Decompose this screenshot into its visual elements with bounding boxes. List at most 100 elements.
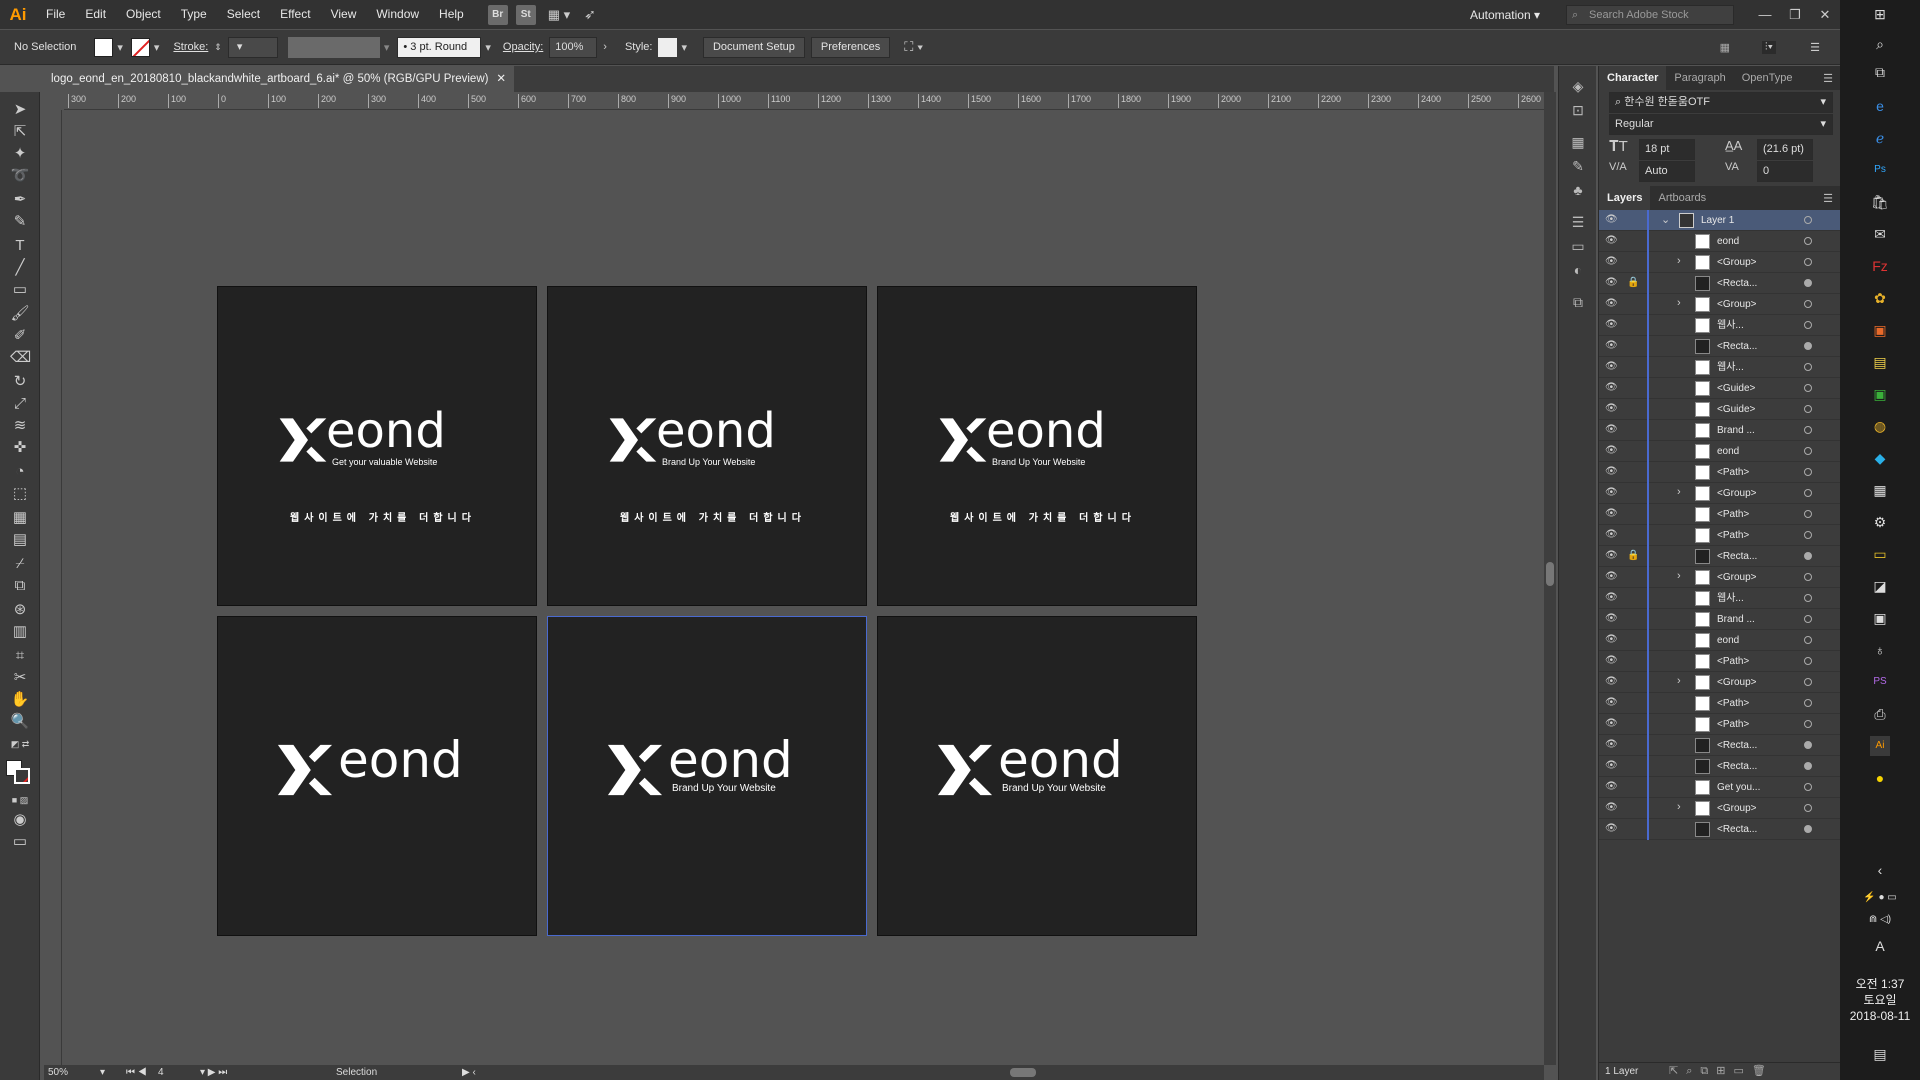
layer-name[interactable]: <Recta... (1717, 546, 1757, 567)
target-circle-icon[interactable] (1804, 468, 1812, 476)
layer-name[interactable]: <Recta... (1717, 735, 1757, 756)
chevron-right-icon[interactable]: › (1677, 570, 1681, 582)
artboard-5[interactable]: eond Brand Up Your Website (547, 616, 867, 936)
graphic-style-swatch[interactable] (658, 37, 678, 57)
visibility-eye-icon[interactable]: 👁 (1605, 550, 1618, 561)
show-hidden-icons[interactable]: ‹ (1870, 860, 1890, 880)
sublayer-row[interactable]: 👁 <Path> (1599, 693, 1841, 714)
brush-dropdown-icon[interactable]: ▾ (485, 41, 491, 54)
app-icon-blue[interactable]: ◆ (1870, 448, 1890, 468)
app-icon-orange[interactable]: ▣ (1870, 320, 1890, 340)
font-style-field[interactable]: Regular ▾ (1609, 114, 1833, 135)
sublayer-row[interactable]: 👁 › <Group> (1599, 483, 1841, 504)
action-center-icon[interactable]: ▤ (1870, 1044, 1890, 1064)
visibility-eye-icon[interactable]: 👁 (1605, 382, 1618, 393)
layer-name[interactable]: 웹사... (1717, 588, 1744, 609)
sublayer-row[interactable]: 👁 › <Group> (1599, 672, 1841, 693)
screen-mode-icon[interactable]: ▭ (10, 832, 30, 852)
layer-actions-icons[interactable]: ⇱⌕⧉⊞▭🗑 (1669, 1064, 1774, 1078)
target-circle-icon[interactable] (1804, 363, 1812, 371)
visibility-eye-icon[interactable]: 👁 (1605, 361, 1618, 372)
layer-name[interactable]: eond (1717, 441, 1739, 462)
artboard-1[interactable]: eond Get your valuable Website 웹사이트에 가치를 더… (217, 286, 537, 606)
workspace-switcher[interactable]: Automation ▾ (1470, 8, 1540, 22)
column-graph-tool-icon[interactable]: ▥ (10, 622, 30, 642)
visibility-eye-icon[interactable]: 👁 (1605, 802, 1618, 813)
layer-name[interactable]: <Group> (1717, 483, 1756, 504)
layer-row[interactable]: 👁 ⌄ Layer 1 (1599, 210, 1841, 231)
visibility-eye-icon[interactable]: 👁 (1605, 403, 1618, 414)
swatches-icon[interactable]: ▦ (1568, 134, 1588, 152)
restore-button[interactable]: ❐ (1780, 7, 1810, 23)
mail-icon[interactable]: ✉ (1870, 224, 1890, 244)
target-circle-icon[interactable] (1804, 699, 1812, 707)
visibility-eye-icon[interactable]: 👁 (1605, 760, 1618, 771)
settings-icon[interactable]: ⚙ (1870, 512, 1890, 532)
layer-name[interactable]: <Group> (1717, 294, 1756, 315)
document-setup-button[interactable]: Document Setup (702, 36, 805, 58)
slice-tool-icon[interactable]: ✂ (10, 668, 30, 688)
layer-name[interactable]: <Guide> (1717, 378, 1755, 399)
visibility-eye-icon[interactable]: 👁 (1605, 319, 1618, 330)
app-icon-monitor[interactable]: ▣ (1870, 608, 1890, 628)
visibility-eye-icon[interactable]: 👁 (1605, 277, 1618, 288)
minimize-button[interactable]: — (1750, 7, 1780, 22)
chevron-right-icon[interactable]: › (1677, 801, 1681, 813)
visibility-eye-icon[interactable]: 👁 (1605, 487, 1618, 498)
zoom-tool-icon[interactable]: 🔍 (10, 712, 30, 732)
transparency-icon[interactable]: ◐ (1568, 262, 1588, 280)
menu-select[interactable]: Select (217, 0, 270, 29)
sublayer-row[interactable]: 👁 웹사... (1599, 588, 1841, 609)
visibility-eye-icon[interactable]: 👁 (1605, 424, 1618, 435)
ime-indicator[interactable]: A (1870, 936, 1890, 956)
style-dropdown-icon[interactable]: ▾ (681, 41, 687, 54)
layer-name[interactable]: eond (1717, 231, 1739, 252)
calculator-icon[interactable]: ▦ (1870, 480, 1890, 500)
target-circle-icon[interactable] (1804, 804, 1812, 812)
ie-icon[interactable]: ℯ (1870, 128, 1890, 148)
menu-effect[interactable]: Effect (270, 0, 320, 29)
lasso-tool-icon[interactable]: ➰ (10, 166, 30, 186)
menu-view[interactable]: View (321, 0, 367, 29)
shape-builder-tool-icon[interactable]: ◔ (10, 462, 30, 482)
horizontal-scroll-thumb[interactable] (1010, 1068, 1036, 1077)
target-circle-icon[interactable] (1804, 573, 1812, 581)
windows-start-icon[interactable]: ⊞ (1870, 4, 1890, 24)
layer-name[interactable]: eond (1717, 630, 1739, 651)
puppet-warp-tool-icon[interactable]: ✜ (10, 438, 30, 458)
visibility-eye-icon[interactable]: 👁 (1605, 256, 1618, 267)
visibility-eye-icon[interactable]: 👁 (1605, 823, 1618, 834)
variable-width-profile[interactable] (287, 36, 380, 58)
visibility-eye-icon[interactable]: 👁 (1605, 613, 1618, 624)
kerning-field[interactable]: Auto (1639, 161, 1695, 182)
tray-icons[interactable]: ⚡ ● ▭ (1850, 888, 1910, 908)
target-circle-icon[interactable] (1804, 552, 1812, 560)
illustrator-taskbar-icon[interactable]: Ai (1870, 736, 1890, 756)
chevron-right-icon[interactable]: › (1677, 255, 1681, 267)
sublayer-row[interactable]: 👁 <Recta... (1599, 336, 1841, 357)
sublayer-row[interactable]: 👁 🔒 <Recta... (1599, 273, 1841, 294)
sublayer-row[interactable]: 👁 eond (1599, 630, 1841, 651)
artboard-2[interactable]: eond Brand Up Your Website 웹사이트에 가치를 더합니다 (547, 286, 867, 606)
artboard-number-field[interactable]: 4 (158, 1065, 164, 1080)
layer-name[interactable]: <Guide> (1717, 399, 1755, 420)
app-icon-white[interactable]: ◪ (1870, 576, 1890, 596)
rotate-tool-icon[interactable]: ↻ (10, 372, 30, 392)
target-circle-icon[interactable] (1804, 426, 1812, 434)
layer-name[interactable]: Brand ... (1717, 420, 1755, 441)
app-icon-yellow[interactable]: ✿ (1870, 288, 1890, 308)
artboards-panel-icon[interactable]: ⧉ (1568, 294, 1588, 312)
menu-file[interactable]: File (36, 0, 75, 29)
target-circle-icon[interactable] (1804, 720, 1812, 728)
sublayer-row[interactable]: 👁 <Path> (1599, 714, 1841, 735)
visibility-eye-icon[interactable]: 👁 (1605, 298, 1618, 309)
font-dropdown-icon[interactable]: ▾ (1820, 93, 1826, 112)
layer-name[interactable]: Get you... (1717, 777, 1760, 798)
target-circle-icon[interactable] (1804, 405, 1812, 413)
sublayer-row[interactable]: 👁 웹사... (1599, 315, 1841, 336)
opacity-field[interactable]: 100% (549, 36, 598, 58)
task-view-icon[interactable]: ⧉ (1870, 62, 1890, 82)
brush-definition[interactable]: • 3 pt. Round (397, 36, 482, 58)
sublayer-row[interactable]: 👁 › <Group> (1599, 567, 1841, 588)
target-circle-icon[interactable] (1804, 216, 1812, 224)
